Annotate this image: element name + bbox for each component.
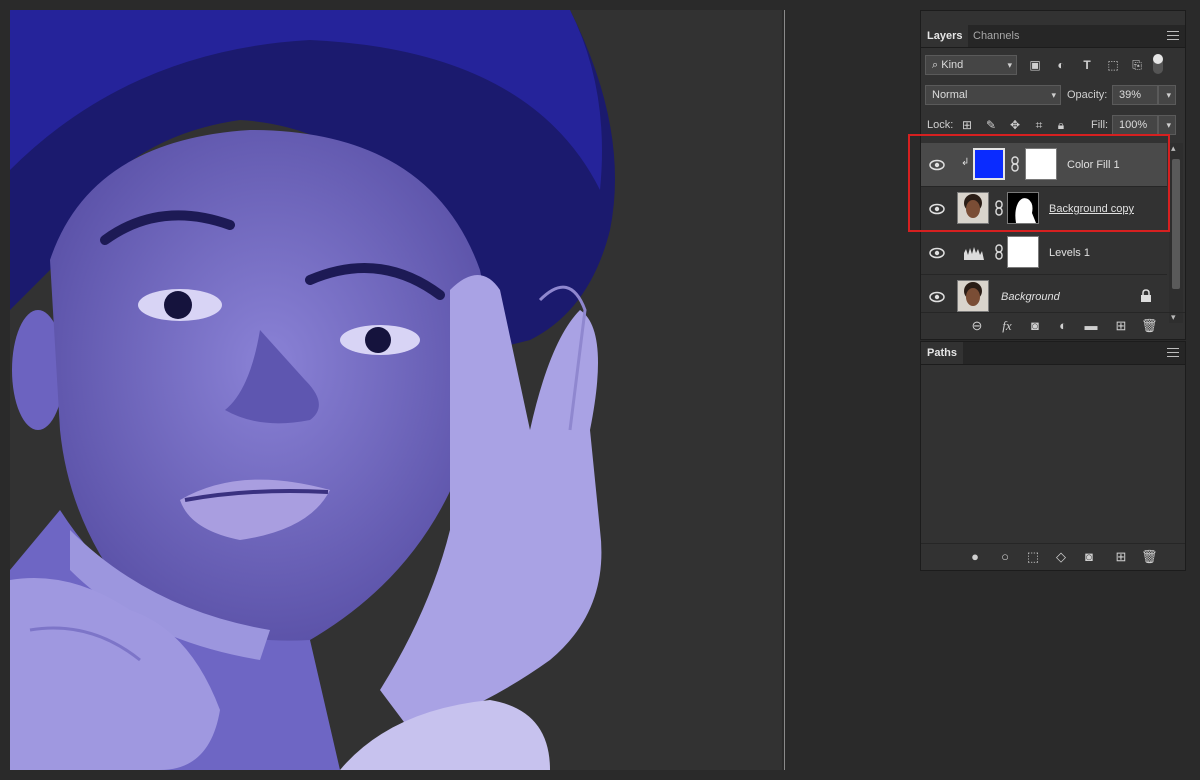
layer-name[interactable]: Levels 1 [1049, 231, 1090, 275]
add-mask-icon[interactable]: ◙ [1081, 549, 1097, 565]
visibility-eye-icon[interactable] [929, 157, 945, 173]
type-filter-icon[interactable]: T [1079, 57, 1095, 73]
fill-dropdown-button[interactable]: ▾ [1158, 115, 1176, 135]
layer-thumbnail[interactable] [957, 192, 989, 224]
stroke-path-icon[interactable]: ○ [997, 549, 1013, 565]
document-canvas[interactable] [10, 10, 782, 770]
shape-filter-icon[interactable]: ⬚ [1105, 57, 1121, 73]
fill-path-icon[interactable]: ● [967, 549, 983, 565]
opacity-value: 39% [1119, 89, 1142, 101]
tab-layers[interactable]: Layers [921, 25, 969, 47]
blend-mode-label: Normal [932, 89, 968, 101]
adjustment-filter-icon[interactable]: ◐ [1053, 57, 1069, 73]
new-group-icon[interactable]: ▬ [1083, 318, 1099, 334]
lock-artboard-icon[interactable]: ⌗ [1031, 117, 1047, 133]
layer-name[interactable]: Color Fill 1 [1067, 143, 1120, 187]
blend-mode-dropdown[interactable]: Normal ▾ [925, 85, 1061, 105]
chevron-down-icon: ▾ [1007, 60, 1012, 70]
search-icon: ⌕ [932, 59, 939, 71]
layer-name[interactable]: Background copy [1049, 187, 1134, 231]
opacity-label: Opacity: [1067, 89, 1108, 101]
adjustment-layer-icon[interactable]: ◐ [1055, 318, 1071, 334]
scroll-up-icon[interactable]: ▴ [1171, 143, 1176, 154]
opacity-dropdown-button[interactable]: ▾ [1158, 85, 1176, 105]
opacity-input[interactable]: 39% [1112, 85, 1158, 105]
chevron-down-icon: ▾ [1166, 120, 1171, 130]
lock-label: Lock: [927, 119, 954, 131]
lock-all-icon[interactable]: 🔒︎ [1053, 117, 1069, 133]
chevron-down-icon: ▾ [1051, 90, 1056, 100]
mask-link-icon[interactable] [994, 244, 1004, 260]
kind-filter-label: Kind [941, 59, 964, 71]
paths-panel: Paths ● ○ ⬚ ◇ ◙ ⊞ 🗑︎ [920, 341, 1186, 571]
visibility-eye-icon[interactable] [929, 245, 945, 261]
mask-link-icon[interactable] [1010, 156, 1020, 172]
paths-panel-tabs: Paths [921, 342, 1185, 365]
color-fill-thumbnail[interactable] [973, 148, 1005, 180]
layer-thumbnail[interactable] [957, 280, 989, 312]
visibility-eye-icon[interactable] [929, 289, 945, 305]
panel-menu-icon[interactable] [1167, 31, 1179, 40]
new-layer-icon[interactable]: ⊞ [1113, 318, 1129, 334]
layer-list: ↲ Color Fill 1 Background copy Levels 1 [921, 143, 1167, 323]
lock-paint-icon[interactable]: ✎ [983, 117, 999, 133]
fx-icon[interactable]: fx [999, 318, 1015, 334]
load-selection-icon[interactable]: ⬚ [1025, 549, 1041, 565]
link-layers-icon[interactable]: ⊖ [969, 318, 985, 334]
portrait-image [10, 10, 630, 770]
make-work-path-icon[interactable]: ◇ [1053, 549, 1069, 565]
layer-mask-thumbnail[interactable] [1007, 236, 1039, 268]
kind-filter-dropdown[interactable]: ⌕ Kind ▾ [925, 55, 1017, 75]
tab-paths[interactable]: Paths [921, 342, 963, 364]
mask-link-icon[interactable] [994, 200, 1004, 216]
layers-panel: Layers Channels ⌕ Kind ▾ ▣ ◐ T ⬚ ⎘ Norma… [920, 10, 1186, 340]
layer-mask-thumbnail[interactable] [1025, 148, 1057, 180]
smart-object-filter-icon[interactable]: ⎘ [1129, 57, 1145, 73]
lock-transparent-icon[interactable]: ⊞ [959, 117, 975, 133]
fill-input[interactable]: 100% [1112, 115, 1158, 135]
layer-row-background-copy[interactable]: Background copy [921, 187, 1167, 231]
layer-mask-thumbnail[interactable] [1007, 192, 1039, 224]
scroll-thumb[interactable] [1172, 159, 1180, 289]
ruler-guide[interactable] [784, 10, 785, 770]
new-path-icon[interactable]: ⊞ [1113, 549, 1129, 565]
delete-layer-icon[interactable]: 🗑︎ [1141, 318, 1158, 334]
lock-icon[interactable] [1140, 289, 1152, 303]
visibility-eye-icon[interactable] [929, 201, 945, 217]
layers-panel-tabs: Layers Channels [921, 25, 1185, 48]
tab-channels[interactable]: Channels [967, 25, 1025, 47]
fill-value: 100% [1119, 119, 1148, 131]
layers-footer-toolbar: ⊖ fx ◙ ◐ ▬ ⊞ 🗑︎ [921, 312, 1185, 339]
panel-menu-icon[interactable] [1167, 348, 1179, 357]
levels-adjustment-icon[interactable] [963, 245, 985, 261]
layer-row-color-fill-1[interactable]: ↲ Color Fill 1 [921, 143, 1167, 187]
add-mask-icon[interactable]: ◙ [1027, 318, 1043, 334]
pixel-filter-icon[interactable]: ▣ [1027, 57, 1043, 73]
fill-label: Fill: [1091, 119, 1109, 131]
clipping-arrow-icon: ↲ [961, 157, 970, 168]
filter-toggle[interactable] [1153, 54, 1163, 74]
delete-path-icon[interactable]: 🗑︎ [1141, 549, 1158, 565]
layer-row-levels-1[interactable]: Levels 1 [921, 231, 1167, 275]
chevron-down-icon: ▾ [1166, 90, 1171, 100]
lock-position-icon[interactable]: ✥ [1007, 117, 1023, 133]
layers-scrollbar[interactable]: ▴ ▾ [1169, 143, 1183, 323]
paths-footer-toolbar: ● ○ ⬚ ◇ ◙ ⊞ 🗑︎ [921, 543, 1185, 570]
